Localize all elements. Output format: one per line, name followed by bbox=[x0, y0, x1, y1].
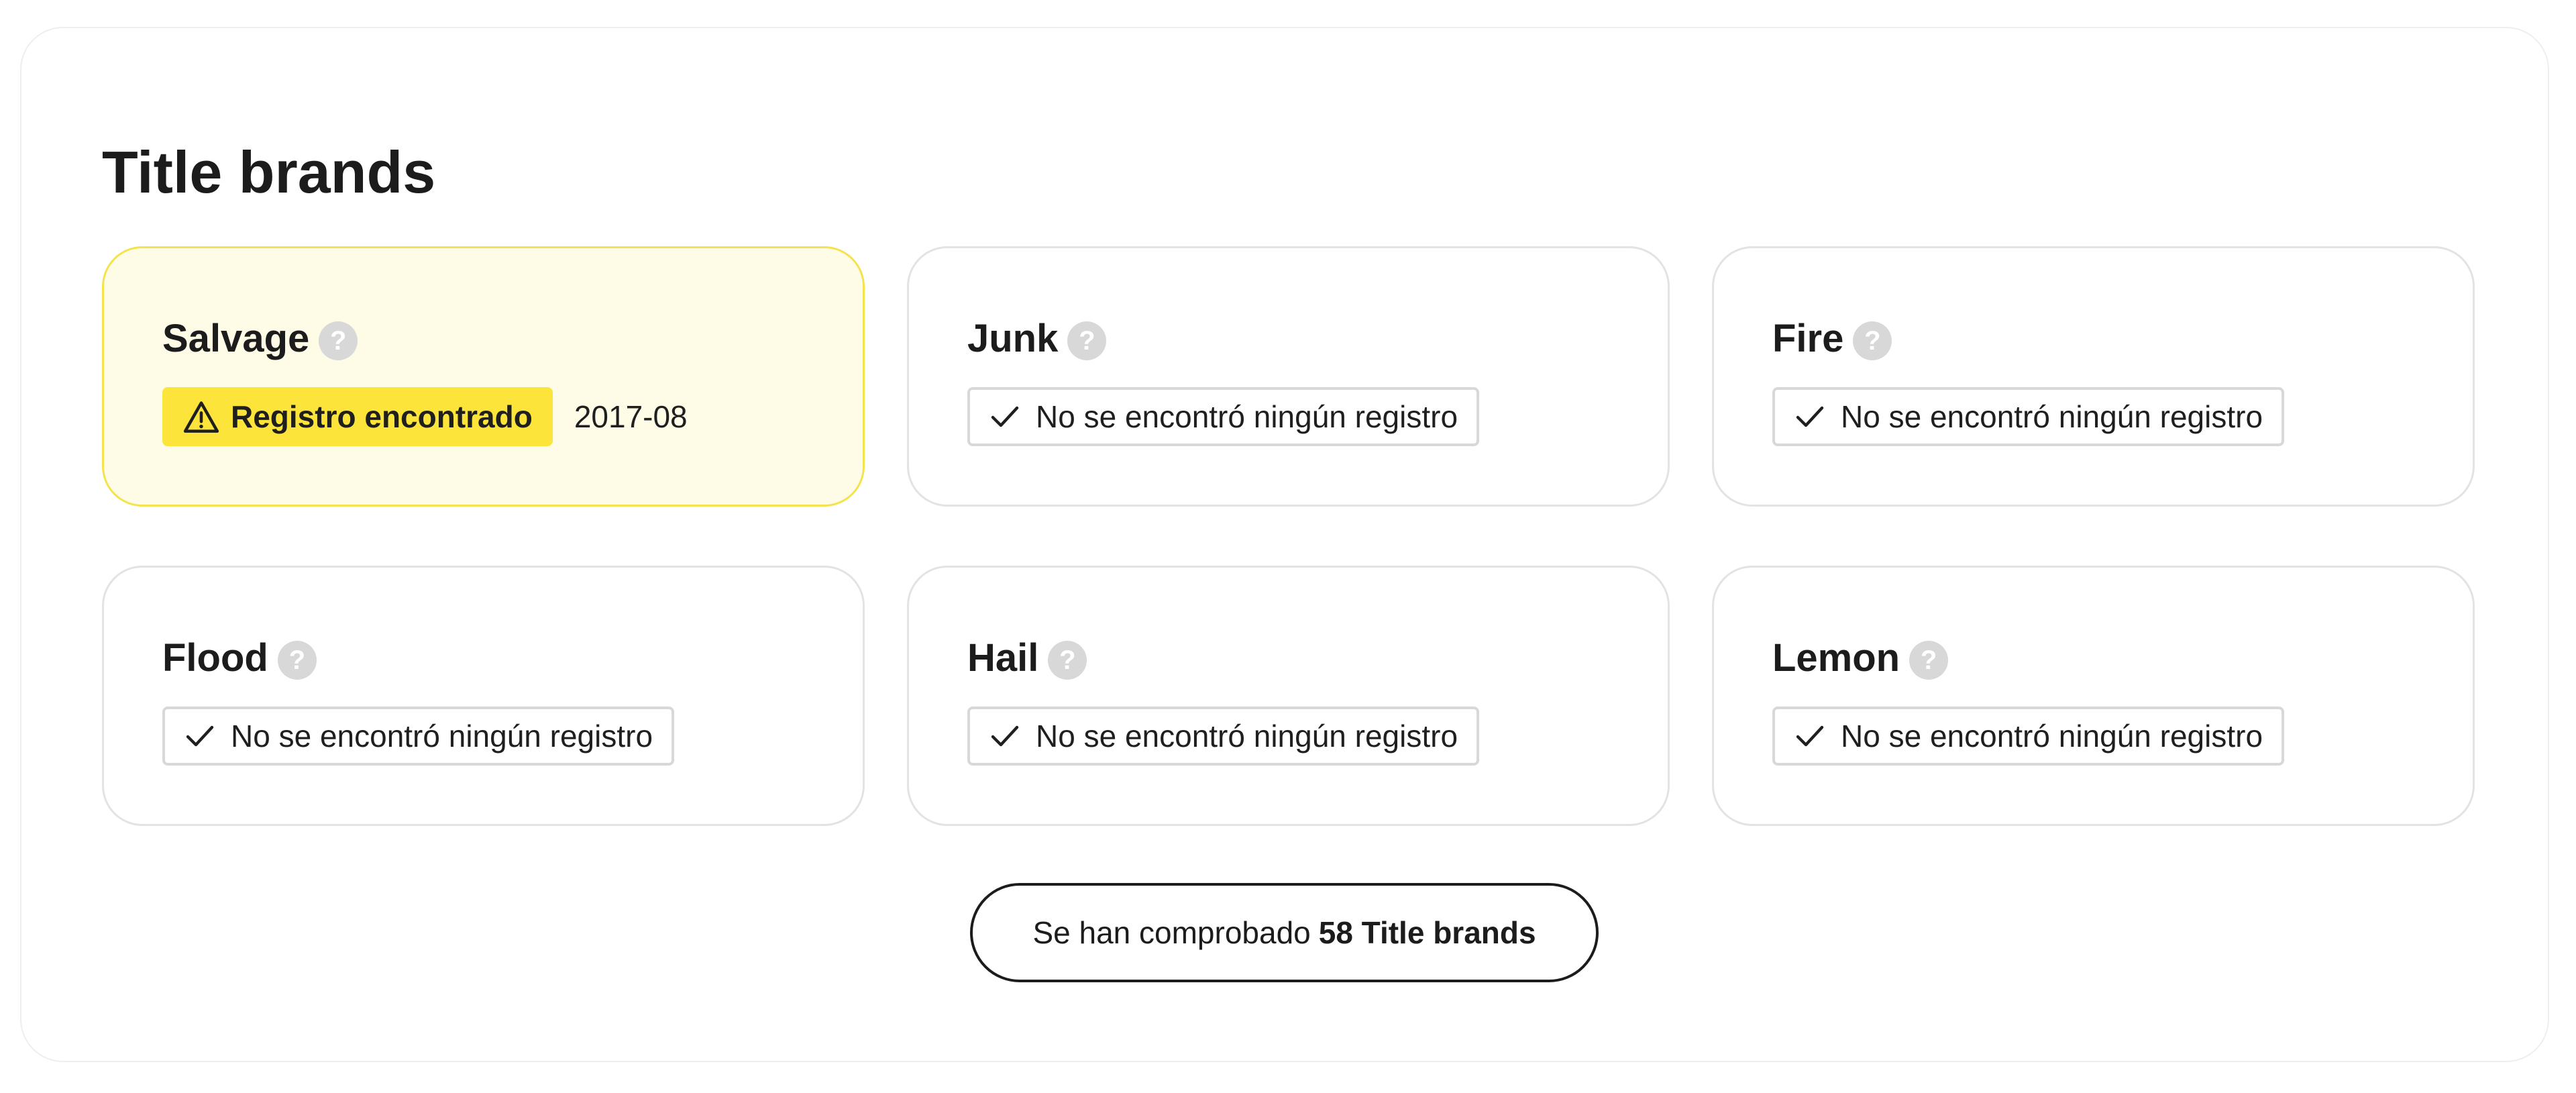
record-date: 2017-08 bbox=[574, 399, 688, 434]
checked-button-prefix: Se han comprobado bbox=[1032, 915, 1311, 950]
brand-card-fire: Fire ? No se encontró ningún registro bbox=[1712, 246, 2475, 507]
status-badge-label: No se encontró ningún registro bbox=[231, 719, 653, 753]
brand-card-title: Lemon bbox=[1772, 636, 1900, 680]
brand-card-header: Fire ? bbox=[1772, 312, 1892, 366]
status-badge-clear: No se encontró ningún registro bbox=[967, 707, 1480, 766]
question-mark-icon[interactable]: ? bbox=[1909, 641, 1949, 680]
title-brands-grid: Salvage ? Registro encontrado 2017-08 Ju… bbox=[102, 246, 2475, 826]
brand-card-status-row: Registro encontrado 2017-08 bbox=[162, 387, 688, 446]
brand-card-status-row: No se encontró ningún registro bbox=[1772, 707, 2285, 766]
question-mark-icon[interactable]: ? bbox=[1048, 641, 1087, 680]
status-badge-clear: No se encontró ningún registro bbox=[1772, 387, 2285, 446]
brand-card-hail: Hail ? No se encontró ningún registro bbox=[907, 566, 1670, 826]
checkmark-icon bbox=[1796, 406, 1824, 427]
status-badge-found: Registro encontrado bbox=[162, 387, 553, 446]
brand-card-status-row: No se encontró ningún registro bbox=[1772, 387, 2285, 446]
checked-button-count: 58 Title brands bbox=[1318, 915, 1536, 950]
status-badge-label: No se encontró ningún registro bbox=[1036, 719, 1458, 753]
brand-card-lemon: Lemon ? No se encontró ningún registro bbox=[1712, 566, 2475, 826]
brand-card-header: Salvage ? bbox=[162, 312, 358, 366]
brand-card-junk: Junk ? No se encontró ningún registro bbox=[907, 246, 1670, 507]
status-badge-label: Registro encontrado bbox=[231, 399, 533, 434]
brand-card-status-row: No se encontró ningún registro bbox=[967, 707, 1480, 766]
brand-card-title: Fire bbox=[1772, 317, 1844, 360]
checkmark-icon bbox=[991, 406, 1019, 427]
checkmark-icon bbox=[1796, 725, 1824, 747]
checkmark-icon bbox=[991, 725, 1019, 747]
status-badge-clear: No se encontró ningún registro bbox=[967, 387, 1480, 446]
brand-card-header: Junk ? bbox=[967, 312, 1107, 366]
question-mark-icon[interactable]: ? bbox=[277, 641, 317, 680]
status-badge-label: No se encontró ningún registro bbox=[1841, 399, 2263, 434]
question-mark-icon[interactable]: ? bbox=[1067, 321, 1107, 360]
checked-title-brands-button[interactable]: Se han comprobado 58 Title brands bbox=[970, 883, 1599, 982]
status-badge-label: No se encontró ningún registro bbox=[1841, 719, 2263, 753]
brand-card-header: Flood ? bbox=[162, 631, 317, 685]
brand-card-salvage: Salvage ? Registro encontrado 2017-08 bbox=[102, 246, 865, 507]
question-mark-icon[interactable]: ? bbox=[1853, 321, 1892, 360]
brand-card-header: Hail ? bbox=[967, 631, 1087, 685]
brand-card-status-row: No se encontró ningún registro bbox=[162, 707, 675, 766]
question-mark-icon[interactable]: ? bbox=[319, 321, 358, 360]
checkmark-icon bbox=[186, 725, 214, 747]
section-title: Title brands bbox=[102, 139, 436, 205]
brand-card-title: Salvage bbox=[162, 317, 310, 360]
status-badge-clear: No se encontró ningún registro bbox=[162, 707, 675, 766]
brand-card-flood: Flood ? No se encontró ningún registro bbox=[102, 566, 865, 826]
brand-card-header: Lemon ? bbox=[1772, 631, 1949, 685]
brand-card-title: Junk bbox=[967, 317, 1059, 360]
warning-triangle-icon bbox=[183, 401, 219, 433]
brand-card-title: Flood bbox=[162, 636, 268, 680]
status-badge-label: No se encontró ningún registro bbox=[1036, 399, 1458, 434]
brand-card-status-row: No se encontró ningún registro bbox=[967, 387, 1480, 446]
brand-card-title: Hail bbox=[967, 636, 1039, 680]
status-badge-clear: No se encontró ningún registro bbox=[1772, 707, 2285, 766]
